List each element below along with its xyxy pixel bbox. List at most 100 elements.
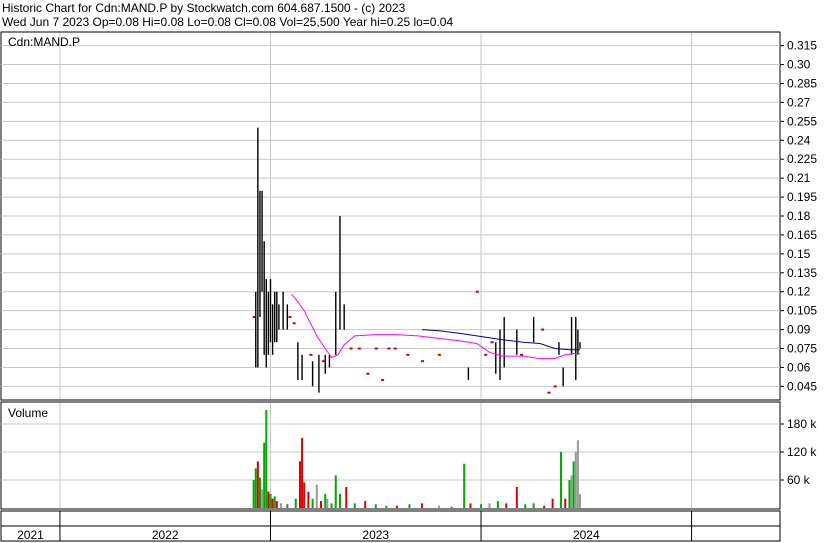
volume-bar	[574, 452, 577, 508]
price-tick-label: 0.30	[787, 58, 811, 72]
volume-bar	[374, 504, 377, 508]
volume-bar	[254, 468, 257, 508]
volume-bar	[311, 498, 314, 508]
price-dot	[252, 315, 256, 318]
volume-bar	[301, 438, 304, 508]
volume-panel-title: Volume	[8, 406, 48, 420]
volume-bar	[338, 494, 341, 508]
volume-bar	[480, 504, 483, 508]
price-tick-label: 0.255	[787, 114, 817, 128]
volume-bar	[345, 487, 348, 508]
price-dot	[421, 360, 425, 363]
price-dot	[437, 353, 441, 356]
volume-bar	[267, 491, 270, 508]
volume-bar	[294, 498, 297, 508]
volume-bar	[570, 475, 573, 508]
price-dot	[406, 353, 410, 356]
volume-bar	[576, 440, 579, 508]
price-tick-label: 0.105	[787, 304, 817, 318]
volume-bar	[265, 410, 268, 508]
volume-bar	[256, 461, 259, 508]
price-tick-label: 0.075	[787, 342, 817, 356]
volume-bar	[353, 503, 356, 508]
volume-bar	[568, 480, 571, 508]
volume-bar	[578, 494, 581, 508]
price-tick-label: 0.18	[787, 209, 811, 223]
volume-bar	[395, 505, 398, 508]
price-dot	[393, 347, 397, 350]
price-tick-label: 0.12	[787, 285, 811, 299]
volume-bar	[496, 501, 499, 508]
year-label: 2022	[152, 528, 179, 542]
price-dot	[484, 353, 488, 356]
volume-tick-label: 60 k	[787, 473, 811, 487]
volume-bar	[505, 503, 508, 508]
price-tick-label: 0.27	[787, 95, 811, 109]
volume-bar	[543, 505, 546, 508]
year-axis: 2021 2022 2023 2024	[0, 510, 781, 542]
volume-bar	[364, 501, 367, 508]
volume-panel: 180 k 120 k 60 k Volume	[0, 401, 817, 510]
volume-tick-label: 180 k	[787, 417, 817, 431]
volume-bar	[326, 498, 329, 508]
volume-bar	[469, 503, 472, 508]
volume-bar	[560, 452, 563, 508]
volume-bar	[286, 504, 289, 508]
price-dot	[553, 385, 557, 388]
year-label: 2023	[362, 528, 389, 542]
price-panel: 0.315 0.30 0.285 0.27 0.255 0.24 0.225 0.21 0.19…	[0, 31, 817, 401]
price-tick-label: 0.225	[787, 152, 817, 166]
price-dot	[309, 353, 313, 356]
volume-bar	[303, 482, 306, 508]
price-dot	[366, 372, 370, 375]
price-tick-label: 0.315	[787, 39, 817, 53]
volume-bar	[307, 491, 310, 508]
volume-bar	[564, 498, 567, 508]
volume-bar	[532, 503, 535, 508]
price-tick-label: 0.045	[787, 379, 817, 393]
volume-bar	[273, 496, 276, 508]
volume-bar	[320, 501, 323, 508]
price-tick-label: 0.195	[787, 190, 817, 204]
volume-bar	[421, 503, 424, 508]
price-dot	[292, 322, 296, 325]
volume-bar	[252, 480, 255, 508]
price-dot	[381, 379, 385, 382]
volume-bar	[280, 503, 283, 508]
year-label: 2021	[17, 528, 44, 542]
volume-bar	[258, 477, 261, 508]
volume-bar	[275, 501, 278, 508]
price-dot	[322, 360, 326, 363]
volume-bar	[551, 498, 554, 508]
price-dot	[541, 328, 545, 331]
price-tick-label: 0.24	[787, 133, 811, 147]
volume-bar	[261, 489, 264, 508]
volume-bar	[488, 503, 491, 508]
price-axis: 0.315 0.30 0.285 0.27 0.255 0.24 0.225 0.21 0.19…	[780, 39, 817, 393]
volume-axis: 180 k 120 k 60 k	[780, 417, 817, 487]
volume-bar	[515, 487, 518, 508]
price-dot	[520, 353, 524, 356]
price-tick-label: 0.135	[787, 266, 817, 280]
volume-bar	[408, 504, 411, 508]
volume-bar	[572, 461, 575, 508]
volume-bar	[524, 504, 527, 508]
price-dot	[288, 315, 292, 318]
price-tick-label: 0.165	[787, 228, 817, 242]
volume-bar	[324, 494, 327, 508]
price-dot	[374, 347, 378, 350]
price-dot	[547, 391, 551, 394]
volume-bar	[298, 461, 301, 508]
price-tick-label: 0.21	[787, 171, 811, 185]
volume-bar	[437, 505, 440, 508]
price-tick-label: 0.09	[787, 323, 811, 337]
price-tick-label: 0.06	[787, 360, 811, 374]
price-tick-label: 0.15	[787, 247, 811, 261]
price-dot	[357, 347, 361, 350]
stock-chart: 0.315 0.30 0.285 0.27 0.255 0.24 0.225 0.21 0.19…	[0, 31, 817, 542]
volume-bar	[385, 505, 388, 508]
volume-bar	[330, 503, 333, 508]
price-panel-title: Cdn:MAND.P	[8, 35, 80, 49]
year-label: 2024	[573, 528, 600, 542]
volume-bar	[334, 475, 337, 508]
